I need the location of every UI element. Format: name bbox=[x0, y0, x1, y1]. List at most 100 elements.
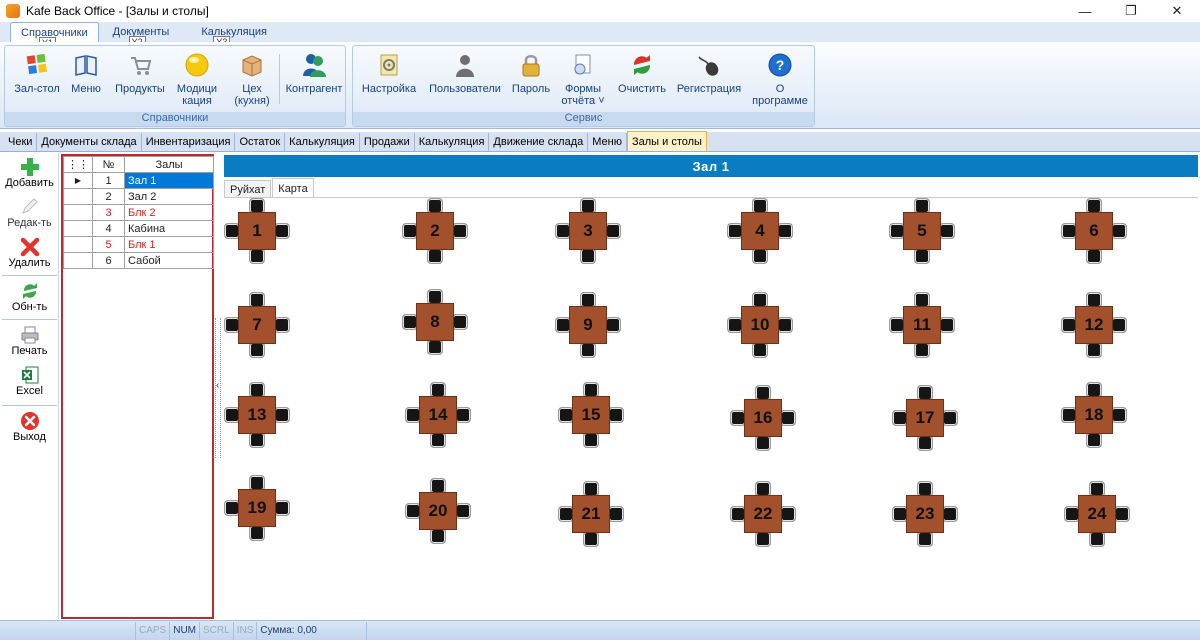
tab-kalkulyatsiya-2[interactable]: Калькуляция bbox=[415, 133, 490, 151]
plus-icon bbox=[20, 157, 40, 177]
delete-button[interactable]: Удалить bbox=[0, 237, 59, 269]
tseh-button[interactable]: Цех (кухня) bbox=[227, 51, 277, 107]
parol-button[interactable]: Пароль bbox=[509, 51, 553, 95]
table-15[interactable]: 15 bbox=[558, 382, 624, 448]
lock-icon bbox=[517, 51, 545, 79]
table-7[interactable]: 7 bbox=[224, 292, 290, 358]
scrl-indicator: SCRL bbox=[200, 621, 234, 640]
tab-ruyhat[interactable]: Руйхат bbox=[224, 180, 272, 198]
table-8[interactable]: 8 bbox=[402, 289, 468, 355]
tab-kalkulyatsiya[interactable]: Калькуляция bbox=[285, 133, 360, 151]
ochistit-button[interactable]: Очистить bbox=[615, 51, 669, 95]
formy-otcheta-button[interactable]: Формы отчёта ˅ bbox=[559, 51, 607, 107]
ribbon-button-label: Контрагент bbox=[285, 83, 343, 95]
table-row[interactable]: ▶ 1 Зал 1 bbox=[63, 172, 214, 189]
column-header-num[interactable]: № bbox=[92, 156, 125, 173]
refresh-button[interactable]: Обн-ть bbox=[0, 281, 59, 313]
table-12[interactable]: 12 bbox=[1061, 292, 1127, 358]
tab-karta[interactable]: Карта bbox=[272, 178, 314, 198]
produkty-button[interactable]: Продукты bbox=[109, 51, 171, 95]
table-1[interactable]: 1 bbox=[224, 198, 290, 264]
table-2[interactable]: 2 bbox=[402, 198, 468, 264]
table-10[interactable]: 10 bbox=[727, 292, 793, 358]
map-tab-strip: Руйхат Карта bbox=[224, 178, 315, 198]
halls-table: ⋮⋮ № Залы ▶ 1 Зал 1 2 Зал 2 3 Блк 2 4 Ка… bbox=[63, 156, 214, 269]
table-row[interactable]: 3 Блк 2 bbox=[63, 204, 214, 221]
tab-cheki[interactable]: Чеки bbox=[4, 133, 38, 151]
o-programme-button[interactable]: ? О программе bbox=[749, 51, 811, 107]
chair-icon bbox=[914, 342, 930, 358]
table-24[interactable]: 24 bbox=[1064, 481, 1130, 547]
exit-icon bbox=[20, 411, 40, 431]
exit-button[interactable]: Выход bbox=[0, 411, 59, 443]
left-toolbar: Добавить Редак-ть Удалить Обн-ть Печать … bbox=[0, 153, 59, 619]
collapse-arrow-icon[interactable]: ‹ bbox=[216, 380, 219, 391]
table-19[interactable]: 19 bbox=[224, 475, 290, 541]
tab-inventarizatsiya[interactable]: Инвентаризация bbox=[142, 133, 236, 151]
maximize-button[interactable]: ❐ bbox=[1108, 0, 1154, 22]
kontragent-button[interactable]: Контрагент bbox=[283, 51, 345, 95]
minimize-button[interactable]: — bbox=[1062, 0, 1108, 22]
num-indicator: NUM bbox=[170, 621, 201, 640]
table-5[interactable]: 5 bbox=[889, 198, 955, 264]
table-row[interactable]: 6 Сабой bbox=[63, 252, 214, 269]
ribbon-tab-spravochniki[interactable]: Справочники Y1 bbox=[10, 22, 99, 50]
toolbar-separator bbox=[2, 275, 57, 276]
table-9[interactable]: 9 bbox=[555, 292, 621, 358]
add-button[interactable]: Добавить bbox=[0, 157, 59, 189]
tab-dokumenty-sklada[interactable]: Документы склада bbox=[37, 133, 142, 151]
table-21[interactable]: 21 bbox=[558, 481, 624, 547]
excel-button[interactable]: Excel bbox=[0, 365, 59, 397]
edit-button[interactable]: Редак-ть bbox=[0, 197, 59, 229]
chair-icon bbox=[427, 339, 443, 355]
table-3[interactable]: 3 bbox=[555, 198, 621, 264]
chair-icon bbox=[605, 223, 621, 239]
table-20[interactable]: 20 bbox=[405, 478, 471, 544]
registratsiya-button[interactable]: Регистрация bbox=[673, 51, 745, 95]
table-11[interactable]: 11 bbox=[889, 292, 955, 358]
table-row[interactable]: 2 Зал 2 bbox=[63, 188, 214, 205]
table-number: 13 bbox=[238, 396, 276, 434]
tab-ostatok[interactable]: Остаток bbox=[235, 133, 286, 151]
exit-button-label: Выход bbox=[13, 431, 46, 443]
chair-icon bbox=[777, 223, 793, 239]
print-button[interactable]: Печать bbox=[0, 325, 59, 357]
chair-icon bbox=[1089, 531, 1105, 547]
table-14[interactable]: 14 bbox=[405, 382, 471, 448]
table-13[interactable]: 13 bbox=[224, 382, 290, 448]
nastroyka-button[interactable]: Настройка bbox=[359, 51, 419, 95]
modifikatsiya-button[interactable]: Модици кация bbox=[175, 51, 219, 107]
panel-splitter[interactable]: ‹ bbox=[215, 318, 221, 458]
table-23[interactable]: 23 bbox=[892, 481, 958, 547]
polzovateli-button[interactable]: Пользователи bbox=[427, 51, 503, 95]
menu-button[interactable]: Меню bbox=[67, 51, 105, 95]
tab-zaly-i-stoly[interactable]: Залы и столы bbox=[626, 131, 707, 151]
table-row[interactable]: 5 Блк 1 bbox=[63, 236, 214, 253]
table-6[interactable]: 6 bbox=[1061, 198, 1127, 264]
table-22[interactable]: 22 bbox=[730, 481, 796, 547]
chair-icon bbox=[249, 432, 265, 448]
table-number: 3 bbox=[569, 212, 607, 250]
close-button[interactable]: ✕ bbox=[1154, 0, 1200, 22]
tab-menyu[interactable]: Меню bbox=[588, 133, 627, 151]
column-header-zaly[interactable]: Залы bbox=[124, 156, 214, 173]
table-4[interactable]: 4 bbox=[727, 198, 793, 264]
chair-icon bbox=[249, 525, 265, 541]
tab-prodazhi[interactable]: Продажи bbox=[360, 133, 415, 151]
help-icon: ? bbox=[766, 51, 794, 79]
excel-button-label: Excel bbox=[16, 385, 43, 397]
ribbon-tab-kalkulyatsiya[interactable]: Калькуляция Y3 bbox=[191, 22, 277, 49]
ribbon-button-label: Продукты bbox=[115, 83, 165, 95]
table-17[interactable]: 17 bbox=[892, 385, 958, 451]
grid-options-icon[interactable]: ⋮⋮ bbox=[63, 156, 93, 173]
table-16[interactable]: 16 bbox=[730, 385, 796, 451]
table-row[interactable]: 4 Кабина bbox=[63, 220, 214, 237]
row-name: Зал 1 bbox=[124, 172, 214, 189]
chair-icon bbox=[1114, 506, 1130, 522]
table-18[interactable]: 18 bbox=[1061, 382, 1127, 448]
tab-dvizhenie-sklada[interactable]: Движение склада bbox=[489, 133, 589, 151]
ribbon-tab-dokumenty[interactable]: Документы Y2 bbox=[103, 22, 180, 49]
zal-stol-button[interactable]: Зал-стол bbox=[9, 51, 65, 95]
chair-icon bbox=[752, 248, 768, 264]
refresh-button-label: Обн-ть bbox=[11, 301, 48, 313]
